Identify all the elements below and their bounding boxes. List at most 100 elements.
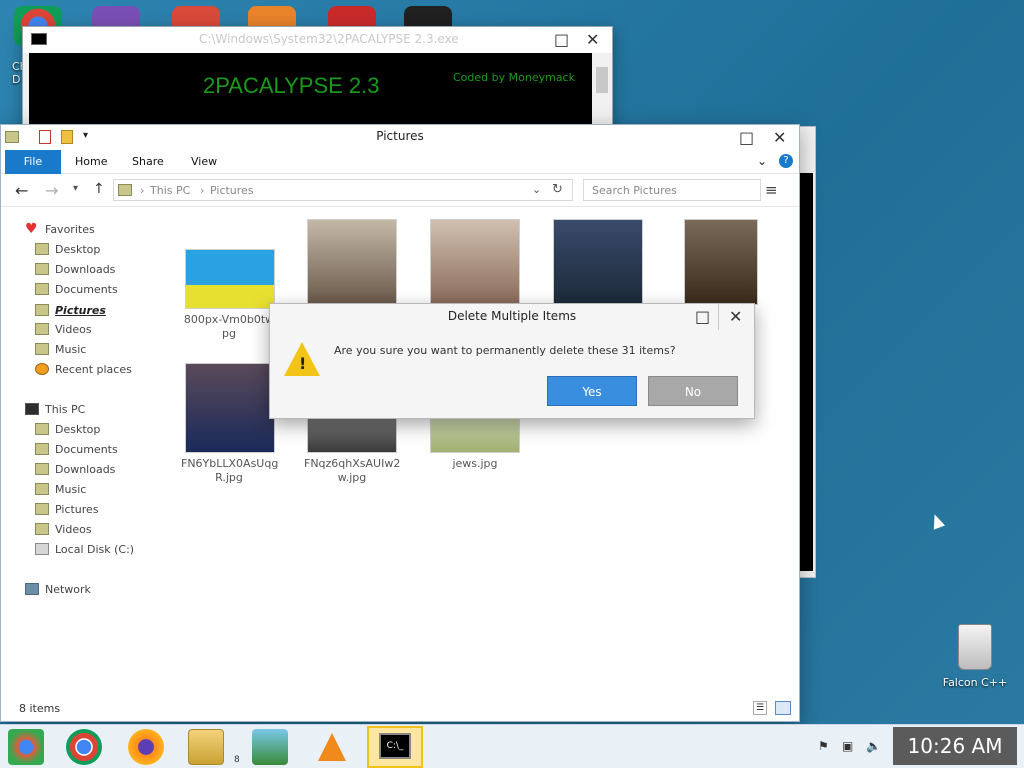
recent-locations-chevron-icon[interactable]: ▾ bbox=[73, 183, 78, 194]
firefox-icon[interactable] bbox=[128, 729, 164, 765]
sidebar-item-this-pc[interactable]: This PC bbox=[25, 400, 85, 418]
recycle-bin-label: Falcon C++ bbox=[942, 676, 1008, 689]
vlc-icon[interactable] bbox=[314, 729, 350, 765]
back-arrow-icon[interactable]: ← bbox=[15, 181, 28, 200]
sidebar-item-pc-downloads[interactable]: Downloads bbox=[35, 460, 115, 478]
file-name[interactable]: FN6YbLLX0AsUqg R.jpg bbox=[181, 457, 278, 485]
file-name[interactable]: FNqz6qhXsAUIw2 w.jpg bbox=[304, 457, 400, 485]
music-folder-icon bbox=[35, 343, 49, 355]
sidebar-item-pc-music[interactable]: Music bbox=[35, 480, 86, 498]
maximize-icon[interactable]: □ bbox=[739, 130, 754, 146]
computer-icon bbox=[25, 403, 39, 415]
yes-button[interactable]: Yes bbox=[547, 376, 637, 406]
ribbon-expand-chevron-icon[interactable]: ⌄ bbox=[757, 154, 767, 168]
cmd-icon: C:\_ bbox=[379, 733, 411, 759]
tab-home[interactable]: Home bbox=[75, 155, 107, 168]
breadcrumb-pictures[interactable]: Pictures bbox=[210, 184, 254, 197]
chrome-icon[interactable] bbox=[66, 729, 102, 765]
sidebar-item-pc-documents[interactable]: Documents bbox=[35, 440, 118, 458]
chrome-alt-icon[interactable] bbox=[8, 729, 44, 765]
sidebar-item-pictures[interactable]: Pictures bbox=[35, 301, 106, 319]
file-thumbnail[interactable] bbox=[553, 219, 643, 305]
maximize-icon[interactable]: □ bbox=[695, 309, 710, 325]
large-icons-view-icon[interactable] bbox=[775, 701, 791, 715]
trash-icon bbox=[958, 624, 992, 670]
downloads-folder-icon bbox=[35, 263, 49, 275]
sidebar-item-local-disk[interactable]: Local Disk (C:) bbox=[35, 540, 134, 558]
sidebar-item-recent-places[interactable]: Recent places bbox=[35, 360, 132, 378]
network-icon bbox=[25, 583, 39, 595]
title-divider bbox=[718, 304, 719, 330]
explorer-titlebar[interactable]: ▾ Pictures □ ✕ bbox=[1, 125, 799, 150]
navigation-pane: ♥ Favorites Desktop Downloads Documents P… bbox=[1, 209, 161, 697]
refresh-icon[interactable]: ↻ bbox=[552, 182, 563, 197]
pictures-folder-icon bbox=[35, 304, 49, 316]
downloads-folder-icon bbox=[35, 463, 49, 475]
sidebar-item-music[interactable]: Music bbox=[35, 340, 86, 358]
console-window[interactable]: C:\Windows\System32\2PACALYPSE 2.3.exe □… bbox=[22, 26, 613, 136]
file-thumbnail[interactable] bbox=[430, 219, 520, 305]
recycle-bin-icon[interactable]: Falcon C++ bbox=[942, 624, 1008, 689]
console-titlebar[interactable]: C:\Windows\System32\2PACALYPSE 2.3.exe □… bbox=[23, 27, 612, 53]
videos-folder-icon bbox=[35, 523, 49, 535]
ribbon-tabs: File Home Share View ⌄ ? bbox=[1, 150, 799, 174]
file-name[interactable]: 800px-Vm0b0tw pg bbox=[181, 313, 277, 341]
disk-icon bbox=[35, 543, 49, 555]
file-name[interactable]: jews.jpg bbox=[427, 457, 523, 471]
file-list: 800px-Vm0b0twpg d8 FN6YbLLX0AsUqgR.jpg F… bbox=[161, 209, 799, 697]
network-tray-icon[interactable]: ▣ bbox=[842, 739, 853, 753]
up-arrow-icon[interactable]: ↑ bbox=[93, 181, 105, 197]
file-thumbnail[interactable] bbox=[684, 219, 758, 305]
address-dropdown-icon[interactable]: ⌄ bbox=[532, 183, 541, 196]
file-thumbnail[interactable] bbox=[185, 363, 275, 453]
close-icon[interactable]: ✕ bbox=[729, 309, 742, 325]
sidebar-item-pc-desktop[interactable]: Desktop bbox=[35, 420, 100, 438]
console-credit: Coded by Moneymack bbox=[453, 71, 575, 84]
tab-share[interactable]: Share bbox=[132, 155, 164, 168]
sidebar-item-documents[interactable]: Documents bbox=[35, 280, 118, 298]
cmd-taskbar-button[interactable]: C:\_ bbox=[367, 726, 423, 768]
recent-places-icon bbox=[35, 363, 49, 375]
sidebar-item-videos[interactable]: Videos bbox=[35, 320, 92, 338]
cmd-icon bbox=[31, 33, 47, 45]
close-icon[interactable]: ✕ bbox=[586, 32, 599, 48]
console-scrollbar[interactable] bbox=[592, 53, 612, 135]
volume-icon[interactable]: 🔈 bbox=[866, 739, 881, 753]
system-clock[interactable]: 10:26 AM bbox=[893, 727, 1017, 765]
tab-file[interactable]: File bbox=[5, 150, 61, 174]
forward-arrow-icon[interactable]: → bbox=[45, 181, 58, 200]
music-folder-icon bbox=[35, 483, 49, 495]
maximize-icon[interactable]: □ bbox=[554, 32, 569, 48]
sidebar-item-pc-pictures[interactable]: Pictures bbox=[35, 500, 99, 518]
desktop-folder-icon bbox=[35, 423, 49, 435]
help-icon[interactable]: ? bbox=[779, 154, 793, 168]
file-thumbnail[interactable] bbox=[307, 219, 397, 305]
tab-view[interactable]: View bbox=[191, 155, 217, 168]
folder-icon bbox=[118, 184, 132, 196]
warning-exclamation: ! bbox=[299, 354, 307, 373]
sidebar-item-downloads[interactable]: Downloads bbox=[35, 260, 115, 278]
dialog-message: Are you sure you want to permanently del… bbox=[334, 344, 676, 357]
explorer-window[interactable]: ▾ Pictures □ ✕ File Home Share View ⌄ ? … bbox=[0, 124, 800, 722]
network-app-icon[interactable] bbox=[252, 729, 288, 765]
sidebar-item-desktop[interactable]: Desktop bbox=[35, 240, 100, 258]
address-bar[interactable]: › This PC › Pictures ⌄ ↻ bbox=[113, 179, 573, 201]
details-view-icon[interactable]: ☰ bbox=[753, 701, 767, 715]
window-title: Pictures bbox=[376, 129, 424, 143]
breadcrumb-separator: › bbox=[140, 184, 145, 197]
delete-confirmation-dialog[interactable]: Delete Multiple Items □ ✕ ! Are you sure… bbox=[269, 303, 755, 419]
videos-folder-icon bbox=[35, 323, 49, 335]
file-thumbnail[interactable] bbox=[185, 249, 275, 309]
taskbar-badge: 8 bbox=[234, 755, 240, 765]
breadcrumb-this-pc[interactable]: This PC bbox=[150, 184, 190, 197]
no-button[interactable]: No bbox=[648, 376, 738, 406]
search-input[interactable]: Search Pictures bbox=[583, 179, 761, 201]
menu-icon[interactable]: ≡ bbox=[765, 181, 778, 199]
explorer-icon[interactable] bbox=[188, 729, 224, 765]
sidebar-item-network[interactable]: Network bbox=[25, 580, 91, 598]
documents-folder-icon bbox=[35, 443, 49, 455]
sidebar-item-pc-videos[interactable]: Videos bbox=[35, 520, 92, 538]
flag-icon[interactable]: ⚑ bbox=[818, 739, 829, 753]
sidebar-item-favorites[interactable]: ♥ Favorites bbox=[25, 220, 95, 238]
close-icon[interactable]: ✕ bbox=[773, 130, 786, 146]
